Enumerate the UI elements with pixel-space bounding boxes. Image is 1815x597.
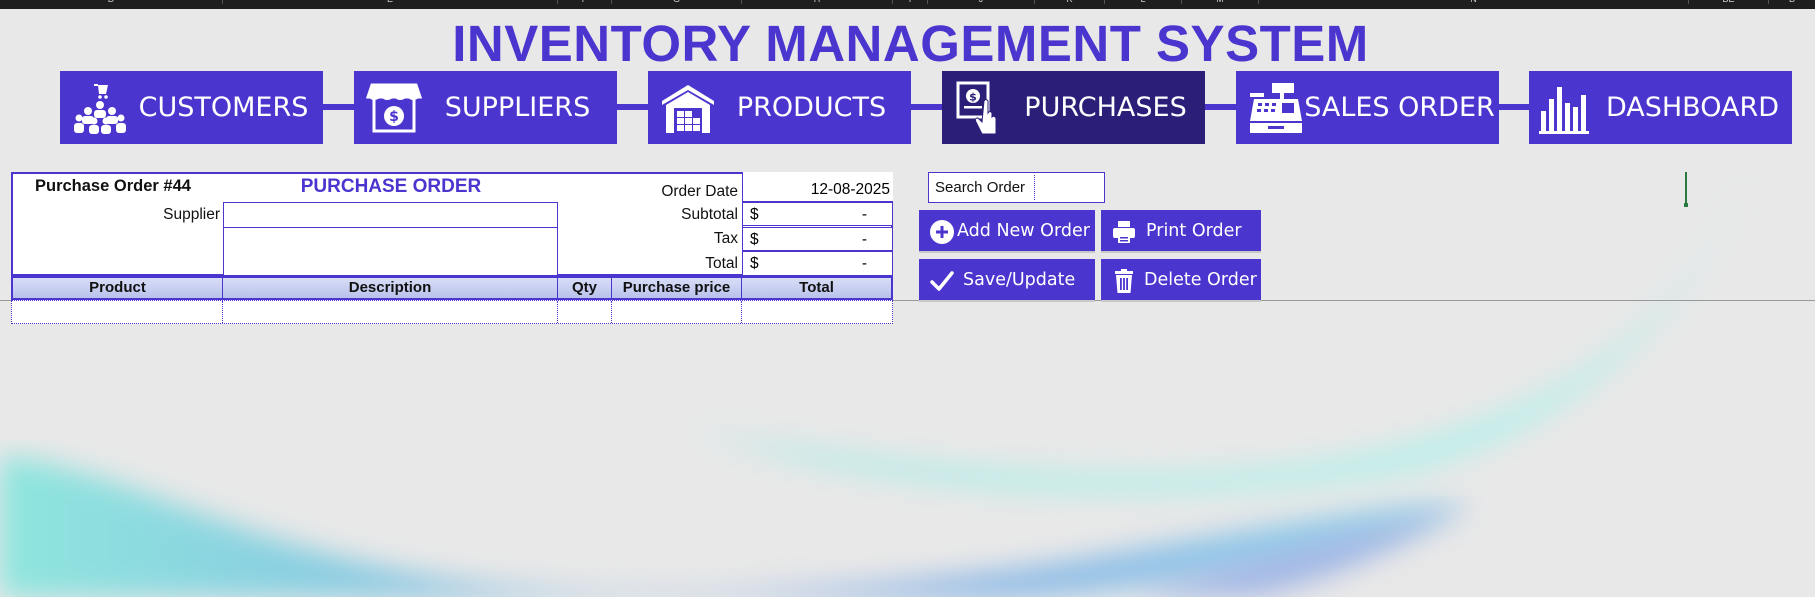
currency-symbol: $: [750, 231, 759, 248]
nav-dashboard-button[interactable]: DASHBOARD: [1529, 71, 1792, 144]
tax-field[interactable]: $ -: [742, 227, 893, 251]
supplier-address-area[interactable]: [223, 228, 558, 276]
nav-customers-button[interactable]: CUSTOMERS: [60, 71, 323, 144]
subtotal-field[interactable]: $ -: [742, 202, 893, 226]
search-order-input[interactable]: [1034, 175, 1102, 200]
supplier-label: Supplier: [163, 206, 220, 223]
nav-label: CUSTOMERS: [138, 92, 309, 123]
print-order-label: Print Order: [1146, 220, 1242, 241]
description-cell[interactable]: [223, 301, 558, 323]
search-order-box: Search Order: [928, 172, 1105, 203]
nav-label: SALES ORDER: [1304, 92, 1495, 123]
qty-cell[interactable]: [558, 301, 612, 323]
tax-value: -: [861, 231, 867, 248]
nav-label: DASHBOARD: [1605, 92, 1780, 123]
total-cell[interactable]: [742, 301, 892, 323]
subtotal-label: Subtotal: [681, 206, 738, 223]
order-date-label: Order Date: [661, 183, 738, 200]
print-order-button[interactable]: Print Order: [1101, 210, 1261, 253]
nav-suppliers-button[interactable]: $ SUPPLIERS: [354, 71, 617, 144]
table-row[interactable]: [11, 300, 893, 324]
search-order-label: Search Order: [935, 179, 1026, 196]
delete-order-label: Delete Order: [1144, 269, 1257, 290]
product-cell[interactable]: [12, 301, 223, 323]
total-field[interactable]: $ -: [742, 251, 893, 276]
nav-products-button[interactable]: PRODUCTS: [648, 71, 911, 144]
nav-purchases-button[interactable]: $ PURCHASES: [942, 71, 1205, 144]
checkmark-icon: [930, 271, 954, 291]
column-product: Product: [13, 278, 223, 298]
column-purchase-price: Purchase price: [612, 278, 742, 298]
subtotal-value: -: [861, 206, 867, 223]
printer-icon: [1113, 221, 1135, 243]
delete-order-button[interactable]: Delete Order: [1101, 259, 1261, 302]
save-update-button[interactable]: Save/Update: [919, 259, 1095, 302]
order-date-field[interactable]: 12-08-2025: [742, 172, 893, 202]
add-new-order-label: Add New Order: [957, 220, 1090, 241]
column-description: Description: [223, 278, 558, 298]
add-new-order-button[interactable]: Add New Order: [919, 210, 1095, 253]
currency-symbol: $: [750, 206, 759, 223]
purchase-order-number: Purchase Order #44: [35, 177, 191, 195]
column-total: Total: [799, 279, 834, 296]
page-title: INVENTORY MANAGEMENT SYSTEM: [452, 15, 1369, 72]
column-qty: Qty: [558, 278, 612, 298]
cell-cursor: [1684, 172, 1688, 207]
purchase-order-heading: PURCHASE ORDER: [300, 176, 482, 197]
plus-circle-icon: [930, 220, 954, 244]
purchase-price-cell[interactable]: [612, 301, 742, 323]
supplier-field[interactable]: [223, 202, 558, 228]
save-update-label: Save/Update: [963, 269, 1076, 290]
tax-label: Tax: [713, 230, 738, 247]
nav-sales-order-button[interactable]: SALES ORDER: [1236, 71, 1499, 144]
nav-label: SUPPLIERS: [444, 92, 591, 123]
nav-label: PURCHASES: [1024, 92, 1187, 123]
total-value: -: [861, 255, 867, 272]
trash-icon: [1115, 269, 1133, 293]
currency-symbol: $: [750, 255, 759, 272]
order-date-value: 12-08-2025: [810, 181, 890, 198]
line-items-header: Product Description Qty Purchase price T…: [11, 276, 893, 300]
total-label: Total: [705, 255, 738, 272]
nav-label: PRODUCTS: [736, 92, 887, 123]
